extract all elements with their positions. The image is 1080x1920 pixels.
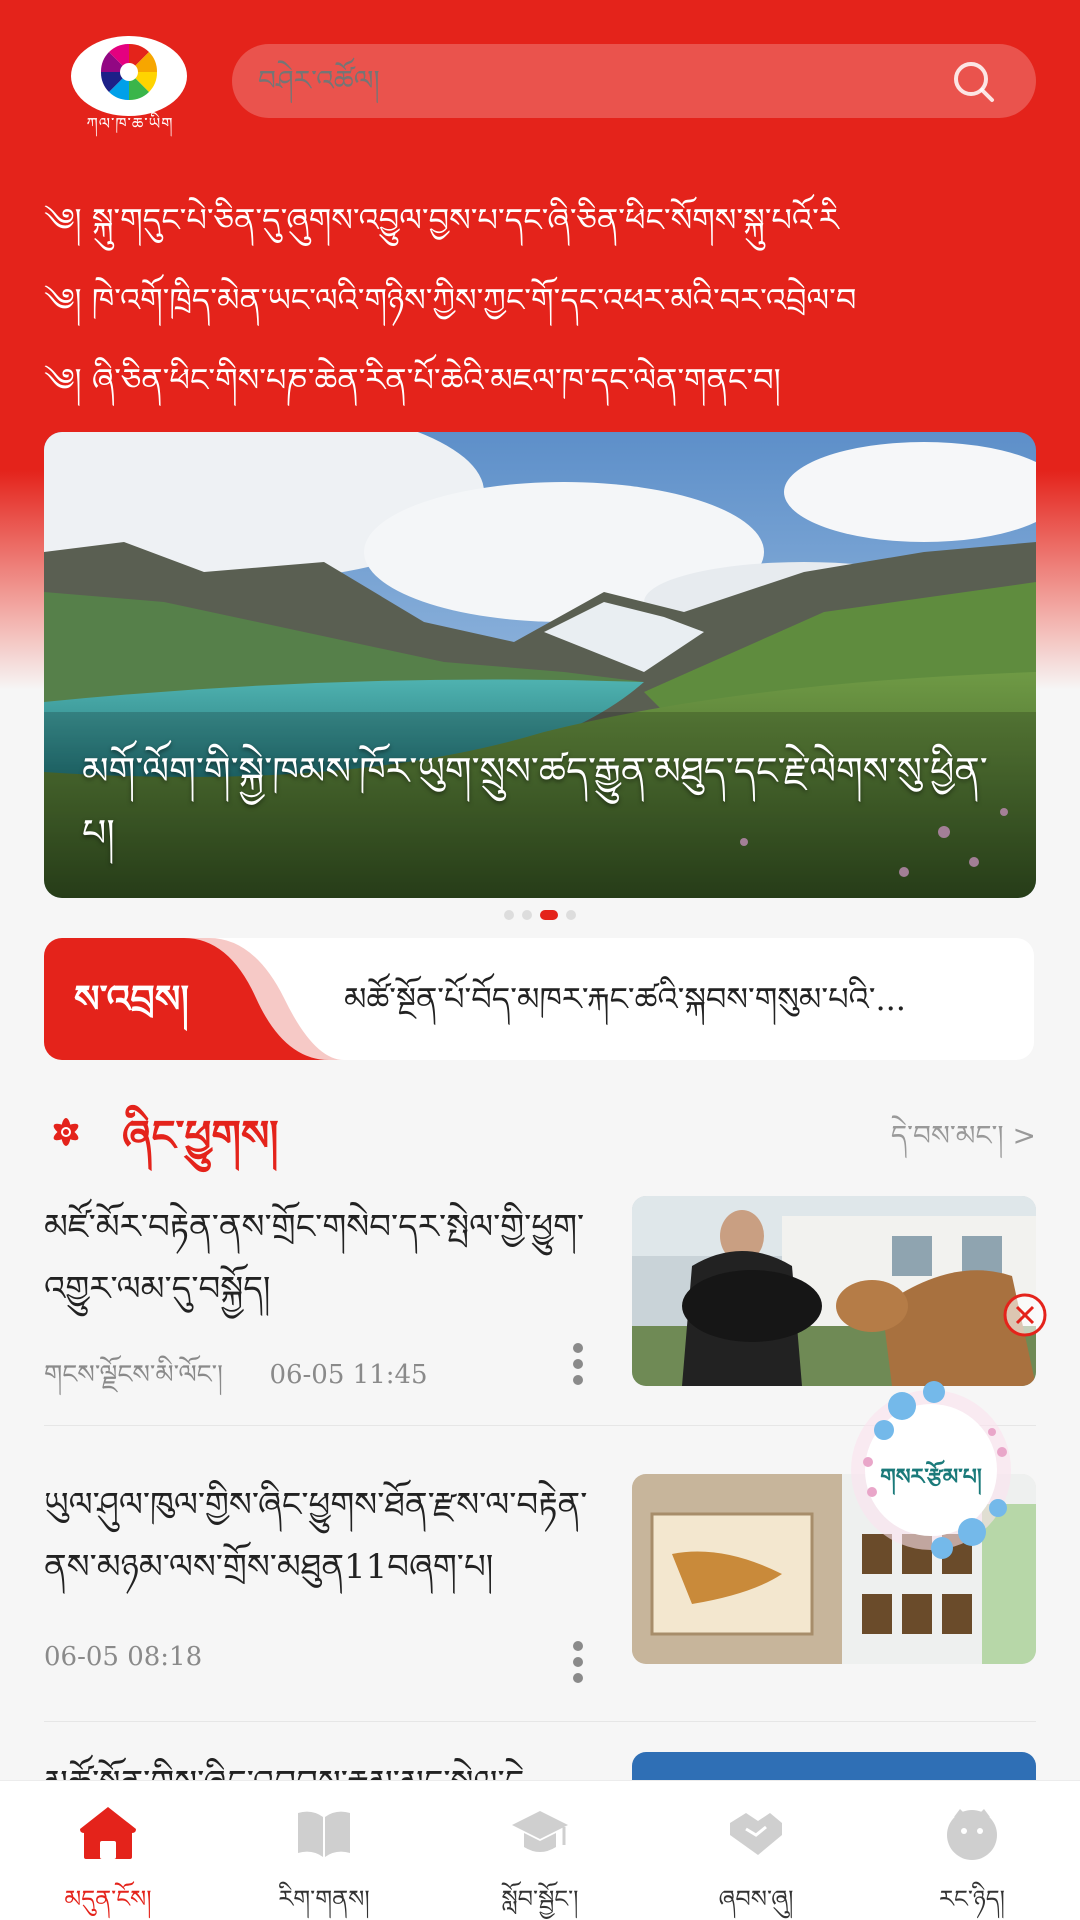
floating-promo-badge[interactable]: གསར་རྩོམ་པ། xyxy=(842,1372,1020,1568)
news-thumbnail[interactable] xyxy=(632,1196,1036,1386)
section-title: ཞིང་ཕྱུགས། xyxy=(122,1111,279,1160)
more-options-icon[interactable] xyxy=(572,1342,584,1386)
home-icon xyxy=(80,1807,136,1859)
nav-label: རིག་གནས། xyxy=(278,1885,370,1913)
nav-label: རང་ཉིད། xyxy=(939,1885,1005,1913)
user-face-icon xyxy=(947,1809,997,1860)
nav-label: སློབ་སྦྱོང་། xyxy=(501,1885,579,1913)
headline-item[interactable]: ༄། སྐུ་གདུང་པེ་ཅིན་དུ་ཞུགས་འབྱུལ་བྱས་པ་ད… xyxy=(44,180,1044,260)
search-bar[interactable] xyxy=(232,44,1036,118)
news-title[interactable]: ཡུལ་ཤུལ་ཁུལ་གྱིས་ཞིང་ཕྱུགས་ཐོན་རྫས་ལ་བརྟ… xyxy=(44,1474,604,1598)
graduation-cap-icon xyxy=(512,1811,568,1852)
carousel-indicator xyxy=(0,910,1080,922)
carousel-dot[interactable] xyxy=(566,910,576,920)
news-flash-text[interactable]: མཚོ་སྔོན་པོ་བོད་མཁར་རྐང་ཚའི་སྐབས་གསུམ་པའ… xyxy=(344,938,1014,1060)
news-time: 06-05 08:18 xyxy=(44,1642,203,1672)
section-header: ཞིང་ཕྱུགས། དེ་བས་མང་། > xyxy=(44,1100,1036,1172)
headline-item[interactable]: ༄། ཁེ་འགོ་ཁྲིད་མེན་ཡང་ལའི་གཉིས་ཀྱིས་ཀྱང་… xyxy=(44,260,1044,340)
search-icon[interactable] xyxy=(952,60,996,104)
floating-badge-label: གསར་རྩོམ་པ། xyxy=(880,1464,982,1490)
book-icon xyxy=(298,1811,350,1857)
nav-item-study[interactable]: སློབ་སྦྱོང་། xyxy=(450,1781,630,1920)
news-meta: གངས་ལྗོངས་མི་ལོང་། 06-05 11:45 xyxy=(44,1346,428,1419)
bottom-navigation: མདུན་ངོས། རིག་གནས། སློབ་སྦྱོང་། ཞབས་ཞུ། … xyxy=(0,1780,1080,1920)
search-input[interactable] xyxy=(258,44,938,118)
carousel-dot[interactable] xyxy=(522,910,532,920)
logo-caption: ཀལ་ཁ་ཆ་ཡིག xyxy=(86,114,174,133)
news-source: གངས་ལྗོངས་མི་ལོང་། xyxy=(44,1360,223,1390)
news-title[interactable]: མཛོ་མོར་བརྟེན་ནས་གྲོང་གསེབ་དར་སྤེལ་གྱི་ཕ… xyxy=(44,1196,604,1320)
nav-item-home[interactable]: མདུན་ངོས། xyxy=(18,1781,198,1920)
nav-label: མདུན་ངོས། xyxy=(64,1885,152,1913)
news-time: 06-05 11:45 xyxy=(269,1360,428,1390)
top-header: ཀལ་ཁ་ཆ་ཡིག xyxy=(0,0,1080,160)
close-icon[interactable] xyxy=(1002,1292,1048,1338)
section-more-link[interactable]: དེ་བས་མང་། > xyxy=(891,1100,1036,1172)
carousel-dot-active[interactable] xyxy=(540,910,558,920)
nav-label: ཞབས་ཞུ། xyxy=(718,1885,794,1913)
flower-icon xyxy=(53,1118,79,1146)
news-flash-label: ས་འབྲས། xyxy=(74,976,189,1021)
more-options-icon[interactable] xyxy=(572,1640,584,1684)
nav-item-service[interactable]: ཞབས་ཞུ། xyxy=(666,1781,846,1920)
headline-ticker: ༄། སྐུ་གདུང་པེ་ཅིན་དུ་ཞུགས་འབྱུལ་བྱས་པ་ད… xyxy=(44,180,1044,420)
banner-caption: མགོ་ལོག་གི་སྐྱེ་ཁམས་ཁོར་ཡུག་སྲུས་ཚད་རྒྱུ… xyxy=(82,749,988,855)
carousel-dot[interactable] xyxy=(504,910,514,920)
nav-item-me[interactable]: རང་ཉིད། xyxy=(882,1781,1062,1920)
banner-carousel[interactable]: མགོ་ལོག་གི་སྐྱེ་ཁམས་ཁོར་ཡུག་སྲུས་ཚད་རྒྱུ… xyxy=(44,432,1036,898)
nav-item-culture[interactable]: རིག་གནས། xyxy=(234,1781,414,1920)
handshake-icon xyxy=(730,1813,782,1855)
news-flash-bar[interactable]: ས་འབྲས། མཚོ་སྔོན་པོ་བོད་མཁར་རྐང་ཚའི་སྐབས… xyxy=(44,938,1034,1060)
news-meta: 06-05 08:18 xyxy=(44,1642,202,1672)
headline-item[interactable]: ༄། ཞི་ཅིན་ཕིང་གིས་པཎ་ཆེན་རིན་པོ་ཆེའི་མཇལ… xyxy=(44,340,1044,420)
